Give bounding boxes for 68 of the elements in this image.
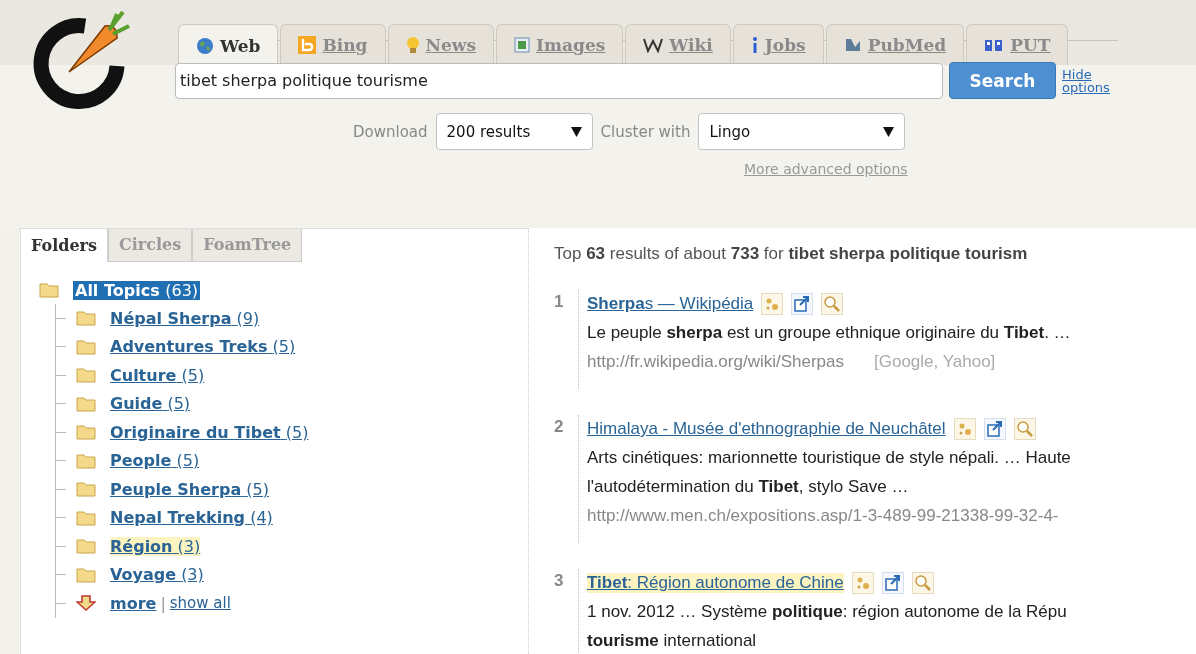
folder-icon — [76, 367, 96, 384]
cluster-link[interactable]: Népal Sherpa (9) — [110, 308, 260, 328]
magnifier-icon[interactable] — [911, 572, 934, 594]
hide-options-link[interactable]: Hide options — [1062, 67, 1132, 94]
down-arrow-icon[interactable] — [76, 595, 96, 612]
folder-icon — [76, 310, 96, 327]
new-window-icon[interactable] — [983, 418, 1006, 440]
result-snippet: tourisme international — [587, 630, 758, 652]
cluster-link[interactable]: Région (3) — [110, 536, 201, 556]
cluster-link[interactable]: Originaire du Tibet (5) — [110, 422, 309, 442]
search-source-tab[interactable]: Web — [178, 24, 279, 66]
results-count-dropdown[interactable]: 200 results — [435, 113, 593, 150]
folder-icon — [76, 509, 96, 526]
magnifier-icon[interactable] — [821, 293, 844, 315]
cluster-link[interactable]: Nepal Trekking (4) — [110, 508, 273, 528]
folder-icon — [76, 566, 96, 583]
cluster-link[interactable]: Culture (5) — [110, 365, 205, 385]
more-link[interactable]: more — [110, 593, 157, 613]
cluster-dots-icon[interactable] — [953, 418, 976, 440]
lightbulb-icon — [405, 36, 420, 54]
separator: | — [160, 593, 166, 613]
cluster-link[interactable]: Adventures Treks (5) — [110, 337, 296, 357]
cluster-dots-icon[interactable] — [851, 572, 874, 594]
pp-logo-icon — [984, 38, 1005, 52]
result-number: 3 — [554, 570, 565, 592]
result-title-link[interactable]: Himalaya - Musée d'ethnographie de Neuchâtel — [587, 419, 946, 439]
folder-icon — [76, 424, 96, 441]
folder-icon — [76, 481, 96, 498]
result-snippet: l'autodétermination du Tibet, stylo Save … — [587, 476, 910, 498]
folder-icon — [76, 338, 96, 355]
result-url: http://fr.wikipedia.org/wiki/Sherpas — [587, 351, 844, 373]
algorithm-dropdown[interactable]: Lingo — [698, 113, 906, 150]
w-logo-icon — [643, 37, 664, 53]
globe-icon — [196, 36, 214, 55]
cluster-link[interactable]: Guide (5) — [110, 394, 191, 414]
result-title-link[interactable]: Sherpas — Wikipédia — [587, 294, 754, 314]
download-label: Download — [353, 122, 428, 141]
result-title-link[interactable]: Tibet: Région autonome de Chine — [587, 573, 844, 593]
cluster-label: Cluster with — [600, 122, 691, 141]
result-number: 1 — [554, 291, 565, 313]
search-button[interactable]: Search — [949, 62, 1056, 99]
pubmed-logo-icon — [843, 37, 862, 53]
image-icon — [514, 37, 531, 53]
new-window-icon[interactable] — [791, 293, 814, 315]
show-all-link[interactable]: show all — [169, 594, 231, 613]
result-snippet: 1 nov. 2012 … Système politique: région autonome de la Répu — [587, 601, 1067, 623]
result-snippet: Le peuple sherpa est un groupe ethnique originaire du Tibet. … — [587, 322, 1071, 344]
cluster-link[interactable]: Peuple Sherpa (5) — [110, 479, 269, 499]
caret-icon — [883, 126, 895, 137]
cluster-link[interactable]: Voyage (3) — [110, 565, 204, 585]
caret-icon — [570, 126, 582, 137]
cluster-dots-icon[interactable] — [761, 293, 784, 315]
folder-icon — [76, 538, 96, 555]
results-summary: Top 63 results of about 733 for tibet sherpa politique tourism — [554, 244, 1029, 264]
cluster-link[interactable]: All Topics (63) — [73, 280, 201, 300]
magnifier-icon[interactable] — [1013, 418, 1036, 440]
folder-icon — [76, 395, 96, 412]
result-number: 2 — [554, 416, 565, 438]
result-url: http://www.men.ch/expositions.asp/1-3-489-99-21338-99-32-4- — [587, 505, 1059, 527]
info-icon — [750, 36, 759, 54]
new-window-icon[interactable] — [881, 572, 904, 594]
result-sources: [Google, Yahoo] — [874, 351, 996, 373]
result-snippet: Arts cinétiques: marionnette touristique de style népali. … Haute — [587, 447, 1071, 469]
cluster-link[interactable]: People (5) — [110, 451, 200, 471]
search-field[interactable]: tibet sherpa politique tourisme — [175, 62, 943, 99]
folder-icon — [39, 282, 59, 298]
b-logo-icon — [298, 36, 317, 54]
folder-icon — [76, 452, 96, 469]
